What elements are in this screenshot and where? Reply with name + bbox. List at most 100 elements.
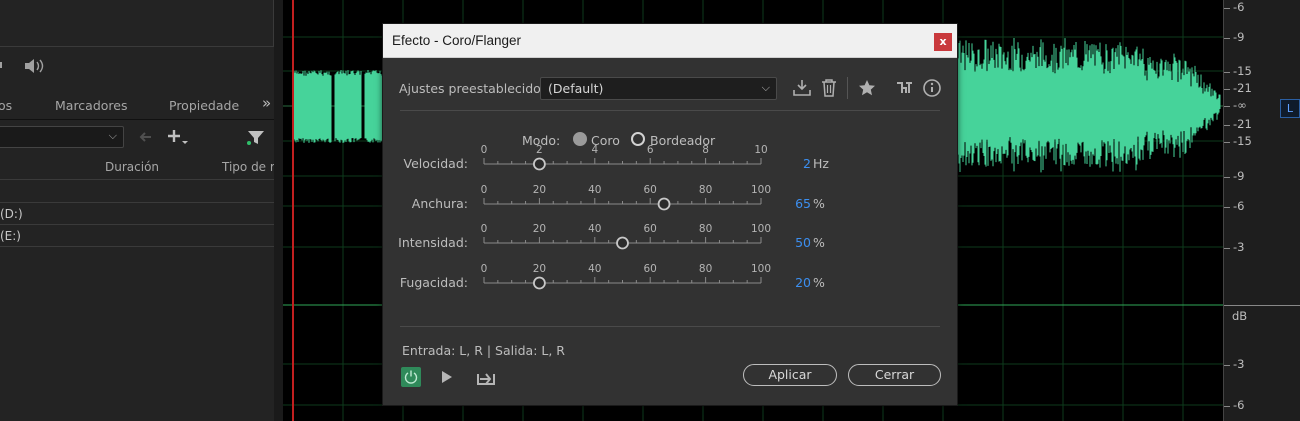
slider-thumb[interactable] xyxy=(533,157,546,171)
ruler-label: -6 xyxy=(1233,199,1245,213)
ruler-label: -21 xyxy=(1233,117,1252,131)
slider-tick-label: 4 xyxy=(591,144,598,156)
ruler-label: -3 xyxy=(1233,240,1245,254)
slider-tick-label: 100 xyxy=(751,223,771,235)
slider[interactable]: 0 20 40 60 80 100 xyxy=(478,221,778,253)
ruler-label: -3 xyxy=(1233,357,1245,371)
slider-thumb[interactable] xyxy=(533,276,546,290)
slider-tick-label: 8 xyxy=(702,144,709,156)
list-item[interactable]: (E:) xyxy=(0,225,274,247)
slider-label: Anchura: xyxy=(411,196,468,211)
power-icon xyxy=(404,370,418,384)
ruler-label: -9 xyxy=(1233,30,1245,44)
files-panel: os Marcadores Propiedade » ⌵ Duración Ti… xyxy=(0,0,283,421)
slider-tick-label: 40 xyxy=(588,184,601,196)
ruler-label: -15 xyxy=(1233,134,1252,148)
panel-filter-select[interactable]: ⌵ xyxy=(0,126,124,148)
slider-thumb[interactable] xyxy=(657,197,671,211)
preset-label: Ajustes preestablecidos: xyxy=(399,81,552,96)
slider-unit: % xyxy=(813,235,825,250)
channel-separator xyxy=(1224,305,1300,306)
download-preset-icon[interactable] xyxy=(792,78,812,98)
channel-badge[interactable]: L xyxy=(1280,99,1300,118)
panel-column-header: Duración Tipo de r xyxy=(0,156,283,180)
slider-tick-label: 100 xyxy=(751,263,771,275)
tab-markers[interactable]: Marcadores xyxy=(55,98,128,113)
slider-tick-label: 20 xyxy=(533,184,546,196)
slider-value[interactable]: 65 xyxy=(787,196,811,211)
slider-tick-label: 60 xyxy=(644,223,657,235)
arrow-left-icon[interactable] xyxy=(137,130,153,144)
ruler-label: -21 xyxy=(1233,81,1252,95)
io-routing-text: Entrada: L, R | Salida: L, R xyxy=(402,343,565,358)
filter-icon[interactable] xyxy=(246,128,268,148)
slider-tick-label: 0 xyxy=(481,263,488,275)
column-type[interactable]: Tipo de r xyxy=(222,160,275,174)
slider-unit: Hz xyxy=(813,156,829,171)
slider-value[interactable]: 20 xyxy=(787,275,811,290)
slider-tick-label: 60 xyxy=(644,263,657,275)
tab-files[interactable]: os xyxy=(0,98,12,113)
slider-thumb[interactable] xyxy=(616,236,629,250)
slider-unit: % xyxy=(813,196,825,211)
ruler-label: -15 xyxy=(1233,64,1252,78)
slider-tick-label: 20 xyxy=(533,223,546,235)
routing-icon[interactable] xyxy=(895,79,915,97)
tab-properties[interactable]: Propiedade xyxy=(169,98,239,113)
ruler-label: -9 xyxy=(1233,169,1245,183)
delete-icon[interactable] xyxy=(820,78,838,98)
list-item[interactable]: (D:) xyxy=(0,203,274,225)
slider[interactable]: 0 2 4 6 8 10 xyxy=(478,142,778,174)
slider-tick-label: 80 xyxy=(699,223,712,235)
slider-label: Intensidad: xyxy=(398,235,468,250)
list-item[interactable] xyxy=(0,181,274,203)
panel-toolbar: ⌵ xyxy=(0,126,283,152)
tabs-overflow-icon[interactable]: » xyxy=(262,94,271,112)
ruler-label: -6 xyxy=(1233,0,1245,14)
column-duration[interactable]: Duración xyxy=(105,160,159,174)
ruler-label: -∞ xyxy=(1233,98,1247,112)
ruler-unit-label: dB xyxy=(1232,309,1248,323)
slider-value[interactable]: 50 xyxy=(787,235,811,250)
ruler-tick xyxy=(1224,177,1230,178)
loop-icon[interactable] xyxy=(476,368,496,386)
dialog-title: Efecto - Coro/Flanger xyxy=(392,33,522,48)
waveform-channel-right xyxy=(956,37,1221,173)
slider-tick-label: 40 xyxy=(588,223,601,235)
db-ruler: -6 -9 -15 -21 -∞ -21 -15 -9 -6 -3 dB -3 -6 xyxy=(1223,0,1300,421)
dialog-titlebar[interactable]: Efecto - Coro/Flanger x xyxy=(383,24,957,58)
panel-tabs: os Marcadores Propiedade » xyxy=(0,92,283,120)
preset-select[interactable]: (Default) ⌵ xyxy=(540,77,777,100)
ruler-tick xyxy=(1224,125,1230,126)
panel-splitter[interactable] xyxy=(274,0,283,421)
star-icon[interactable] xyxy=(857,78,877,98)
panel-area-top xyxy=(0,0,274,47)
slider[interactable]: 0 20 40 60 80 100 xyxy=(478,261,778,293)
ruler-tick xyxy=(1224,72,1230,73)
ruler-tick xyxy=(1224,8,1230,9)
slider-tick-label: 6 xyxy=(647,144,654,156)
slider-tick-label: 10 xyxy=(754,144,767,156)
ruler-label: -6 xyxy=(1233,398,1245,412)
divider xyxy=(400,110,940,111)
slider-value[interactable]: 2 xyxy=(787,156,811,171)
playhead-line[interactable] xyxy=(292,0,294,421)
apply-button[interactable]: Aplicar xyxy=(743,364,837,386)
speaker-icon[interactable] xyxy=(0,56,50,76)
cancel-button[interactable]: Cerrar xyxy=(848,364,941,386)
close-button[interactable]: x xyxy=(934,33,952,51)
power-toggle-button[interactable] xyxy=(401,367,421,387)
preset-value: (Default) xyxy=(548,81,604,96)
slider[interactable]: 0 20 40 60 80 100 xyxy=(478,182,778,214)
slider-tick-label: 100 xyxy=(751,184,771,196)
slider-label: Velocidad: xyxy=(403,156,468,171)
info-icon[interactable] xyxy=(922,78,942,98)
slider-tick-label: 0 xyxy=(481,144,488,156)
ruler-tick xyxy=(1224,38,1230,39)
ruler-tick xyxy=(1224,207,1230,208)
chevron-down-icon: ⌵ xyxy=(108,129,117,142)
toolbar-separator xyxy=(847,77,848,99)
play-icon[interactable] xyxy=(440,369,454,385)
add-icon[interactable] xyxy=(167,128,189,146)
ruler-tick xyxy=(1224,89,1230,90)
